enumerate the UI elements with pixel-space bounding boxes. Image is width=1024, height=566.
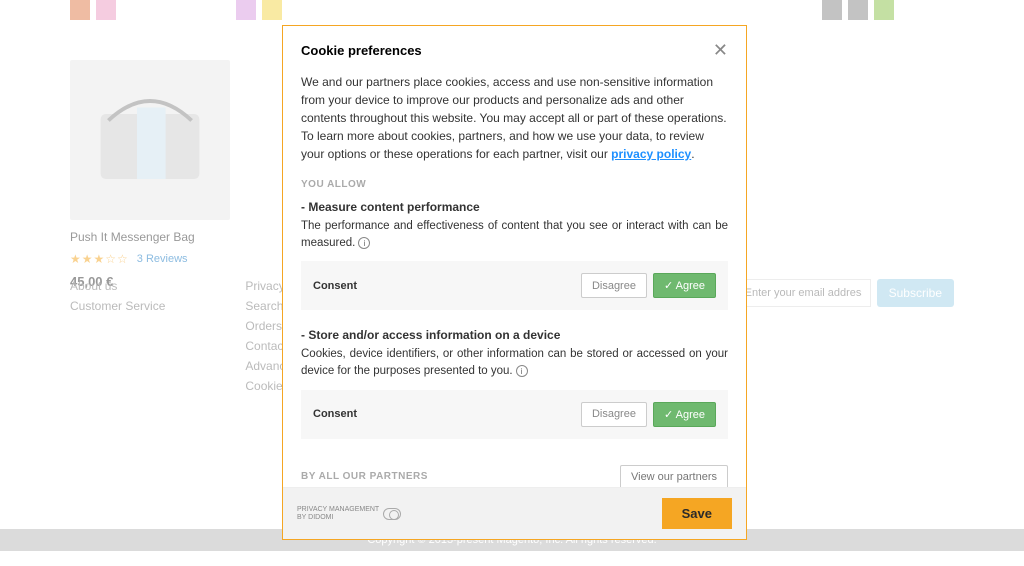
newsletter-form: Subscribe	[736, 279, 954, 307]
consent-row: Consent Disagree Agree	[301, 261, 728, 310]
consent-label: Consent	[313, 280, 357, 292]
purpose-desc-text: Cookies, device identifiers, or other in…	[301, 348, 728, 377]
product-image	[70, 60, 230, 220]
view-partners-button[interactable]: View our partners	[620, 465, 728, 487]
modal-body[interactable]: We and our partners place cookies, acces…	[283, 65, 746, 487]
product-name: Push It Messenger Bag	[70, 230, 250, 244]
consent-row: Consent Disagree Agree	[301, 390, 728, 439]
swatch	[70, 0, 90, 20]
swatch-group-1	[70, 0, 116, 20]
modal-title: Cookie preferences	[301, 43, 422, 58]
agree-button[interactable]: Agree	[653, 402, 716, 427]
consent-label: Consent	[313, 408, 357, 420]
purpose-title: - Store and/or access information on a d…	[301, 328, 728, 342]
partners-row: BY ALL OUR PARTNERS View our partners	[301, 457, 728, 487]
cookie-preferences-modal: Cookie preferences ✕ We and our partners…	[282, 25, 747, 540]
footer-link: Customer Service	[70, 299, 165, 313]
save-button[interactable]: Save	[662, 498, 732, 529]
didomi-line2: BY DIDOMI	[297, 514, 379, 522]
swatch	[874, 0, 894, 20]
subscribe-button: Subscribe	[877, 279, 954, 307]
you-allow-label: YOU ALLOW	[301, 179, 728, 190]
product-card: Push It Messenger Bag ★★★☆☆ 3 Reviews 45…	[70, 60, 250, 289]
swatch-group-2	[236, 0, 282, 20]
didomi-icon	[383, 508, 401, 520]
didomi-badge: PRIVACY MANAGEMENT BY DIDOMI	[297, 506, 401, 521]
disagree-button[interactable]: Disagree	[581, 402, 647, 427]
footer-col-1: About us Customer Service	[70, 279, 165, 399]
purpose-desc: Cookies, device identifiers, or other in…	[301, 346, 728, 379]
intro-text: We and our partners place cookies, acces…	[301, 73, 728, 163]
swatch	[262, 0, 282, 20]
newsletter-input	[736, 279, 871, 307]
privacy-policy-link[interactable]: privacy policy	[611, 147, 691, 161]
info-icon[interactable]: i	[358, 237, 370, 249]
disagree-button[interactable]: Disagree	[581, 273, 647, 298]
didomi-line1: PRIVACY MANAGEMENT	[297, 506, 379, 514]
footer-link: About us	[70, 279, 165, 293]
agree-button[interactable]: Agree	[653, 273, 716, 298]
swatch	[822, 0, 842, 20]
reviews-link: 3 Reviews	[137, 253, 188, 265]
star-rating: ★★★☆☆	[70, 252, 129, 266]
info-icon[interactable]: i	[516, 365, 528, 377]
purpose-desc: The performance and effectiveness of con…	[301, 218, 728, 251]
swatch	[96, 0, 116, 20]
swatch	[848, 0, 868, 20]
by-all-partners-label: BY ALL OUR PARTNERS	[301, 471, 428, 482]
purpose-title: - Measure content performance	[301, 200, 728, 214]
close-icon[interactable]: ✕	[713, 40, 728, 61]
swatch-group-3	[822, 0, 894, 20]
swatch	[236, 0, 256, 20]
